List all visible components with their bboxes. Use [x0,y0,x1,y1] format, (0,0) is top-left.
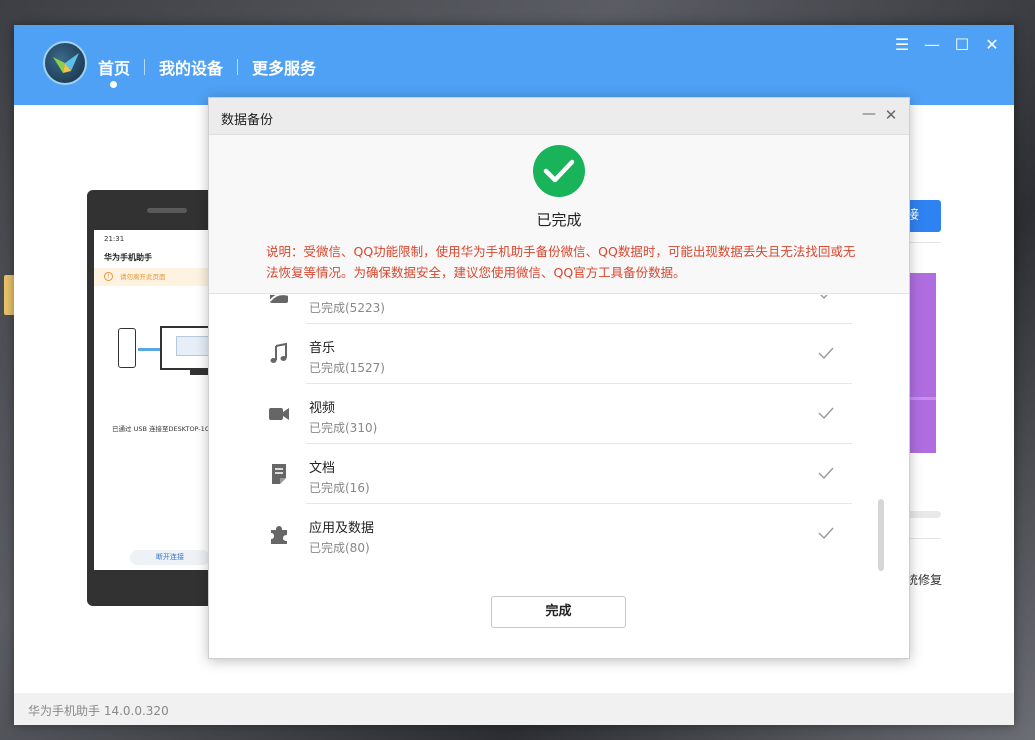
dialog-title: 数据备份 [221,113,274,128]
list-item: 视频 已完成(310) [209,384,909,444]
list-item: 文档 已完成(16) [209,444,909,504]
item-status: 已完成(1527) [309,361,385,375]
app-header: 首页 我的设备 更多服务 ☰ — ☐ ✕ [14,25,1014,105]
check-icon [818,467,834,480]
phone-app-title: 华为手机助手 [104,253,152,262]
monitor-stand [190,370,208,375]
dialog-status-panel: 已完成 说明：受微信、QQ功能限制，使用华为手机助手备份微信、QQ数据时，可能出… [209,135,909,294]
item-status: 已完成(310) [309,421,378,435]
backup-item-list[interactable]: 图片 已完成(5223) 音乐 已完成(1527) 视频 已完成(310) [209,295,909,570]
document-icon [272,464,286,484]
window-controls: ☰ — ☐ ✕ [892,35,1002,55]
list-item: 应用及数据 已完成(80) [209,504,909,564]
dialog-titlebar: 数据备份 — ✕ [209,98,909,135]
phone-time: 21:31 [104,235,125,243]
storage-bar-divider [908,397,936,400]
item-name: 文档 [309,461,336,476]
item-name: 视频 [309,401,336,416]
phone-camera [147,208,187,213]
item-name: 应用及数据 [309,521,375,536]
item-name: 音乐 [309,341,336,356]
check-icon [818,527,834,540]
app-logo [43,41,87,85]
usb-cable-icon [138,348,160,351]
item-status: 已完成(80) [309,541,370,555]
item-status: 已完成(5223) [309,301,385,315]
check-icon [820,295,828,300]
list-item: 图片 已完成(5223) [209,295,909,324]
nav-more-services[interactable]: 更多服务 [238,55,330,79]
phone-disconnect-button[interactable]: 断开连接 [130,550,210,565]
success-check-icon [533,145,585,197]
status-label: 已完成 [536,211,582,229]
check-icon [818,347,834,360]
item-status: 已完成(16) [309,481,370,495]
image-icon [269,295,288,303]
list-scrollbar[interactable] [878,499,884,571]
phone-warning-text: 请勿离开此页面 [120,273,166,281]
maximize-icon[interactable]: ☐ [952,35,972,55]
system-repair-link[interactable]: 统修复 [906,571,942,588]
phone-connection-text: 已通过 USB 连接至DESKTOP-1Q [112,425,210,433]
storage-bar [908,273,936,453]
nav-home[interactable]: 首页 [98,55,144,79]
music-icon [270,342,287,363]
menu-icon[interactable]: ☰ [892,35,912,55]
item-name: 图片 [309,295,335,296]
dialog-close-icon[interactable]: ✕ [883,106,899,124]
status-bar: 华为手机助手 14.0.0.320 [14,693,1014,725]
minimize-icon[interactable]: — [922,35,942,55]
nav-my-devices[interactable]: 我的设备 [145,55,237,79]
video-icon [269,408,289,420]
puzzle-icon [271,526,287,544]
version-label: 华为手机助手 14.0.0.320 [28,704,169,718]
check-icon [818,407,834,420]
backup-dialog: 数据备份 — ✕ 已完成 说明：受微信、QQ功能限制，使用华为手机助手备份微信、… [208,97,910,659]
close-icon[interactable]: ✕ [982,35,1002,55]
nav-active-indicator [110,81,117,88]
top-nav: 首页 我的设备 更多服务 [98,55,330,79]
monitor-screen [176,336,210,356]
dialog-minimize-icon[interactable]: — [861,106,877,124]
phone-device-icon [118,328,136,368]
list-item: 音乐 已完成(1527) [209,324,909,384]
finish-button[interactable]: 完成 [491,596,626,628]
notice-text: 说明：受微信、QQ功能限制，使用华为手机助手备份微信、QQ数据时，可能出现数据丢… [266,244,856,280]
warning-icon: ! [104,272,113,281]
